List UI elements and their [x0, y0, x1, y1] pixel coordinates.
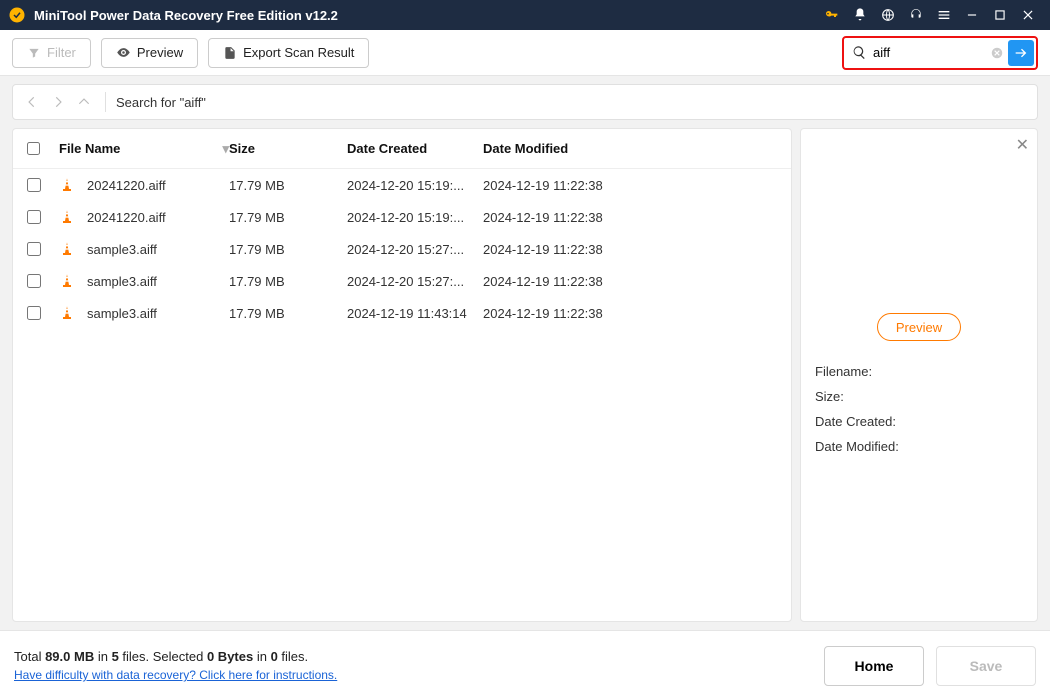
row-checkbox[interactable]: [27, 242, 41, 256]
column-header-size[interactable]: Size: [229, 141, 347, 156]
headset-icon[interactable]: [902, 0, 930, 30]
detail-size-label: Size:: [815, 389, 1023, 404]
file-created: 2024-12-19 11:43:14: [347, 306, 483, 321]
toolbar: Filter Preview Export Scan Result: [0, 30, 1050, 76]
globe-icon[interactable]: [874, 0, 902, 30]
export-icon: [223, 46, 237, 60]
table-row[interactable]: sample3.aiff 17.79 MB2024-12-20 15:27:...…: [13, 265, 791, 297]
close-icon[interactable]: [1014, 0, 1042, 30]
file-created: 2024-12-20 15:19:...: [347, 178, 483, 193]
search-box: [842, 36, 1038, 70]
media-file-icon: [59, 273, 75, 289]
help-link[interactable]: Have difficulty with data recovery? Clic…: [14, 668, 337, 682]
row-checkbox[interactable]: [27, 178, 41, 192]
titlebar: MiniTool Power Data Recovery Free Editio…: [0, 0, 1050, 30]
file-size: 17.79 MB: [229, 274, 347, 289]
export-label: Export Scan Result: [243, 45, 354, 60]
select-all-checkbox[interactable]: [27, 142, 40, 155]
file-size: 17.79 MB: [229, 242, 347, 257]
file-modified: 2024-12-19 11:22:38: [483, 274, 653, 289]
home-button[interactable]: Home: [824, 646, 924, 686]
file-list-panel: File Name ▾ Size Date Created Date Modif…: [12, 128, 792, 622]
nav-up-icon[interactable]: [73, 91, 95, 113]
file-modified: 2024-12-19 11:22:38: [483, 210, 653, 225]
table-row[interactable]: sample3.aiff 17.79 MB2024-12-19 11:43:142…: [13, 297, 791, 329]
maximize-icon[interactable]: [986, 0, 1014, 30]
filter-label: Filter: [47, 45, 76, 60]
save-button[interactable]: Save: [936, 646, 1036, 686]
file-size: 17.79 MB: [229, 178, 347, 193]
file-size: 17.79 MB: [229, 210, 347, 225]
bell-icon[interactable]: [846, 0, 874, 30]
file-list-header: File Name ▾ Size Date Created Date Modif…: [13, 129, 791, 169]
table-row[interactable]: 20241220.aiff 17.79 MB2024-12-20 15:19:..…: [13, 201, 791, 233]
row-checkbox[interactable]: [27, 274, 41, 288]
filter-icon: [27, 46, 41, 60]
app-logo-icon: [8, 6, 26, 24]
total-size: 89.0 MB: [45, 649, 94, 664]
clear-search-icon[interactable]: [988, 44, 1006, 62]
selected-bytes: 0 Bytes: [207, 649, 253, 664]
file-created: 2024-12-20 15:19:...: [347, 210, 483, 225]
minimize-icon[interactable]: [958, 0, 986, 30]
filter-button[interactable]: Filter: [12, 38, 91, 68]
file-size: 17.79 MB: [229, 306, 347, 321]
nav-forward-icon[interactable]: [47, 91, 69, 113]
file-name: 20241220.aiff: [87, 210, 166, 225]
detail-filename-label: Filename:: [815, 364, 1023, 379]
breadcrumb-bar: Search for "aiff": [12, 84, 1038, 120]
file-name: 20241220.aiff: [87, 178, 166, 193]
row-checkbox[interactable]: [27, 210, 41, 224]
search-icon: [852, 45, 867, 60]
selected-files: 0: [271, 649, 278, 664]
media-file-icon: [59, 177, 75, 193]
arrow-right-icon: [1013, 45, 1029, 61]
table-row[interactable]: sample3.aiff 17.79 MB2024-12-20 15:27:...…: [13, 233, 791, 265]
eye-icon: [116, 45, 131, 60]
media-file-icon: [59, 241, 75, 257]
export-scan-result-button[interactable]: Export Scan Result: [208, 38, 369, 68]
media-file-icon: [59, 209, 75, 225]
media-file-icon: [59, 305, 75, 321]
column-header-modified[interactable]: Date Modified: [483, 141, 653, 156]
key-icon[interactable]: [818, 0, 846, 30]
detail-modified-label: Date Modified:: [815, 439, 1023, 454]
file-name: sample3.aiff: [87, 274, 157, 289]
detail-preview-button[interactable]: Preview: [877, 313, 961, 341]
menu-icon[interactable]: [930, 0, 958, 30]
table-row[interactable]: 20241220.aiff 17.79 MB2024-12-20 15:19:..…: [13, 169, 791, 201]
close-detail-icon[interactable]: ✕: [1016, 135, 1029, 155]
column-header-name[interactable]: File Name ▾: [59, 141, 229, 157]
file-name: sample3.aiff: [87, 306, 157, 321]
search-go-button[interactable]: [1008, 40, 1034, 66]
file-created: 2024-12-20 15:27:...: [347, 242, 483, 257]
status-bar: Total 89.0 MB in 5 files. Selected 0 Byt…: [0, 630, 1050, 700]
nav-back-icon[interactable]: [21, 91, 43, 113]
total-files: 5: [112, 649, 119, 664]
column-header-created[interactable]: Date Created: [347, 141, 483, 156]
app-title: MiniTool Power Data Recovery Free Editio…: [34, 8, 338, 23]
total-prefix: Total: [14, 649, 45, 664]
search-input[interactable]: [867, 45, 988, 60]
file-modified: 2024-12-19 11:22:38: [483, 178, 653, 193]
preview-label: Preview: [137, 45, 183, 60]
file-modified: 2024-12-19 11:22:38: [483, 242, 653, 257]
breadcrumb: Search for "aiff": [116, 95, 206, 110]
file-modified: 2024-12-19 11:22:38: [483, 306, 653, 321]
detail-created-label: Date Created:: [815, 414, 1023, 429]
detail-panel: ✕ Preview Filename: Size: Date Created: …: [800, 128, 1038, 622]
preview-button[interactable]: Preview: [101, 38, 198, 68]
row-checkbox[interactable]: [27, 306, 41, 320]
file-name: sample3.aiff: [87, 242, 157, 257]
file-created: 2024-12-20 15:27:...: [347, 274, 483, 289]
